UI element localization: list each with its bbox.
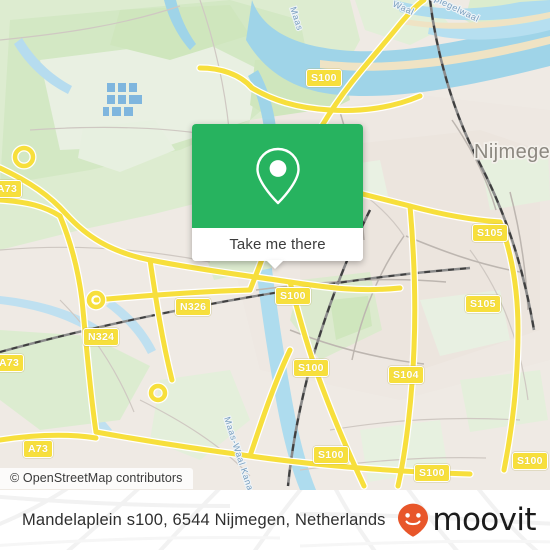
map-pin-icon — [255, 147, 300, 205]
road-shield[interactable]: A73 — [0, 180, 23, 198]
road-shield[interactable]: S100 — [512, 452, 548, 470]
map-canvas[interactable]: Maas Waal Spiegelwaal Maas-Waal Kanaal N… — [0, 0, 550, 490]
road-shield[interactable]: S100 — [293, 359, 329, 377]
city-label-nijmegen: Nijmegen — [474, 141, 550, 163]
road-shield[interactable]: A73 — [23, 440, 54, 458]
road-shield[interactable]: S100 — [414, 464, 450, 482]
footer-bar: Mandelaplein s100, 6544 Nijmegen, Nether… — [0, 490, 550, 550]
road-shield[interactable]: S100 — [306, 69, 342, 87]
road-shield[interactable]: S105 — [465, 295, 501, 313]
road-shield[interactable]: S100 — [275, 287, 311, 305]
road-shield[interactable]: S100 — [313, 446, 349, 464]
take-me-there-label: Take me there — [229, 236, 326, 253]
road-shield[interactable]: N324 — [83, 328, 120, 346]
road-shield[interactable]: A73 — [0, 354, 25, 372]
road-shield[interactable]: S104 — [388, 366, 424, 384]
moovit-wordmark: moovit — [432, 502, 536, 538]
moovit-pin-smile-icon — [398, 503, 429, 537]
callout-pin-area — [192, 124, 363, 228]
osm-attribution[interactable]: © OpenStreetMap contributors — [0, 468, 193, 489]
location-callout-card[interactable]: Take me there — [192, 124, 363, 261]
moovit-logo[interactable]: moovit — [396, 502, 537, 538]
address-text: Mandelaplein s100, 6544 Nijmegen, Nether… — [22, 510, 386, 529]
road-shield[interactable]: N326 — [175, 298, 212, 316]
callout-pointer — [266, 260, 284, 269]
take-me-there-button[interactable]: Take me there — [192, 228, 363, 261]
moovit-map-share-card: Maas Waal Spiegelwaal Maas-Waal Kanaal N… — [0, 0, 550, 550]
road-shield[interactable]: S105 — [472, 224, 508, 242]
